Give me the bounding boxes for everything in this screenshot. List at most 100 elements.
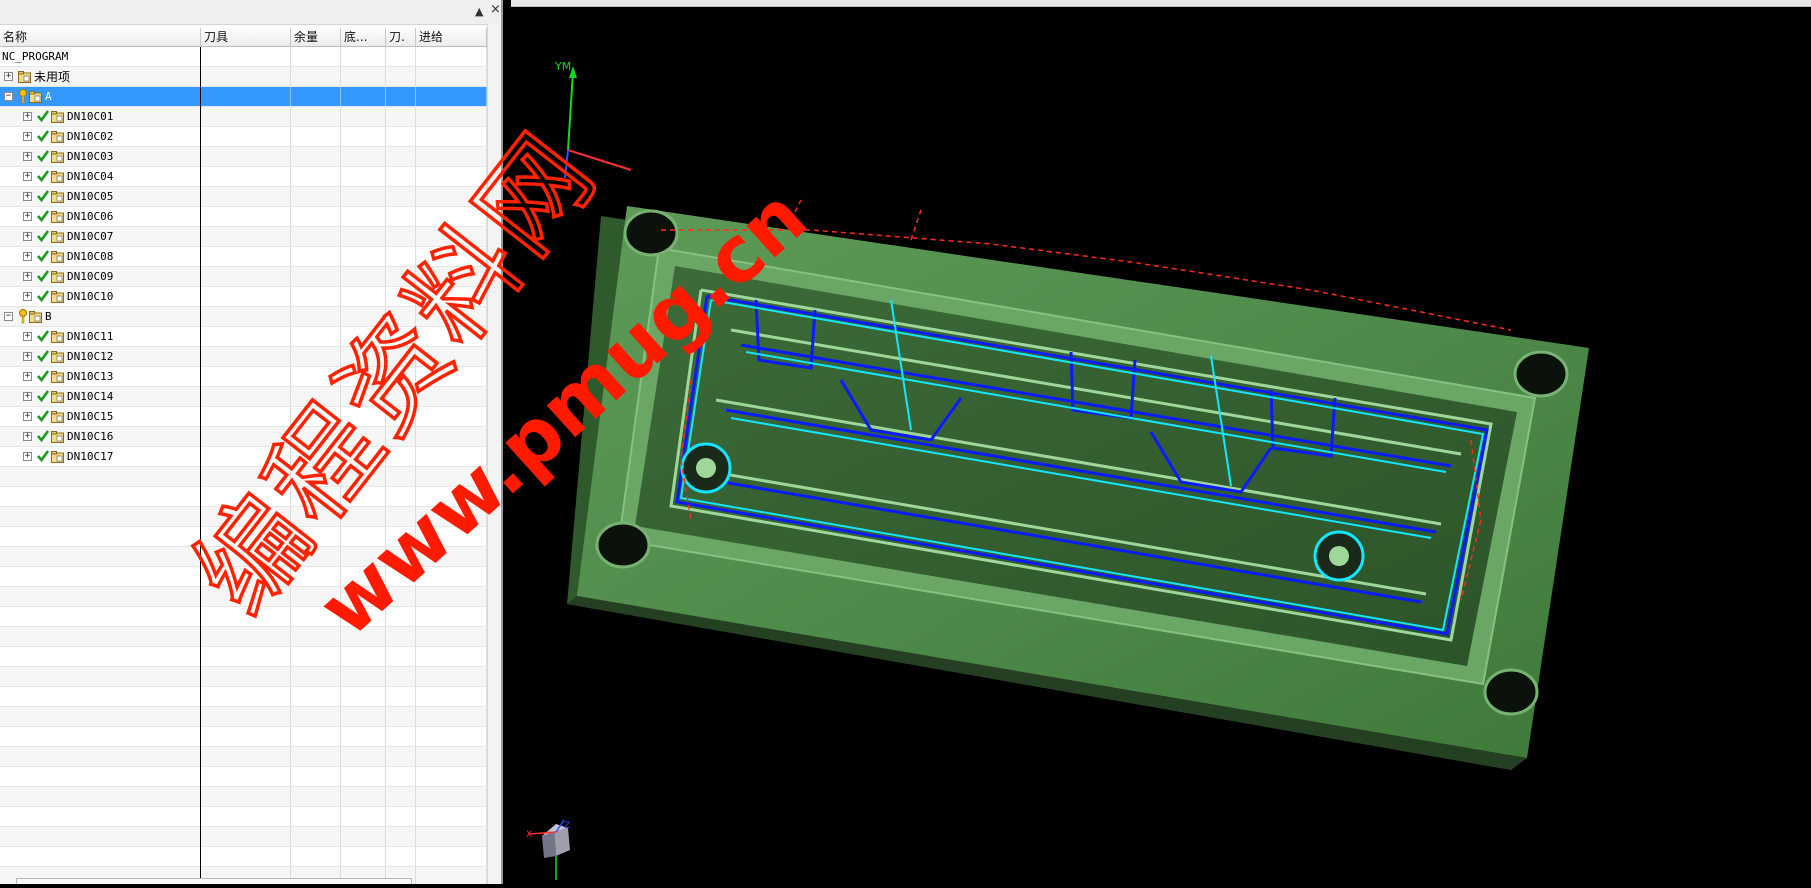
col-floor[interactable]: 底... bbox=[341, 28, 386, 46]
expand-icon[interactable]: + bbox=[23, 412, 32, 421]
collapse-icon[interactable]: − bbox=[4, 312, 13, 321]
col-feed[interactable]: 进给 bbox=[416, 28, 487, 46]
operation-row[interactable]: +DN10C1700 bbox=[0, 447, 501, 467]
expand-icon[interactable]: + bbox=[23, 292, 32, 301]
empty-row bbox=[0, 467, 501, 487]
expand-icon[interactable]: + bbox=[23, 452, 32, 461]
expand-icon[interactable]: + bbox=[23, 272, 32, 281]
program-folder-icon bbox=[51, 111, 64, 123]
program-folder-icon bbox=[51, 431, 64, 443]
empty-row bbox=[0, 607, 501, 627]
operation-row[interactable]: +DN10C0400 bbox=[0, 167, 501, 187]
cell-divider bbox=[0, 467, 487, 486]
expand-icon[interactable]: + bbox=[23, 252, 32, 261]
operation-row[interactable]: +DN10C0200 bbox=[0, 127, 501, 147]
expand-icon[interactable]: + bbox=[23, 112, 32, 121]
col-tool-num[interactable]: 刀. bbox=[386, 28, 416, 46]
empty-row bbox=[0, 747, 501, 767]
operation-row[interactable]: +DN10C0600 bbox=[0, 207, 501, 227]
program-group-row[interactable]: −A00 bbox=[0, 87, 501, 107]
operation-row[interactable]: +DN10C0100 bbox=[0, 107, 501, 127]
row-label: DN10C07 bbox=[67, 230, 114, 243]
row-label: DN10C13 bbox=[67, 370, 114, 383]
mold-model-view[interactable]: YM bbox=[475, 0, 1811, 884]
empty-row bbox=[0, 687, 501, 707]
row-label: DN10C12 bbox=[67, 350, 114, 363]
column-divider bbox=[200, 47, 201, 880]
expand-icon[interactable]: + bbox=[23, 212, 32, 221]
check-icon bbox=[37, 270, 49, 282]
empty-row bbox=[0, 647, 501, 667]
operation-row[interactable]: +DN10C0900 bbox=[0, 267, 501, 287]
check-icon bbox=[37, 230, 49, 242]
row-label: DN10C01 bbox=[67, 110, 114, 123]
row-label: DN10C03 bbox=[67, 150, 114, 163]
vertical-scrollbar[interactable] bbox=[487, 24, 501, 884]
col-stock[interactable]: 余量 bbox=[291, 28, 341, 46]
row-label: DN10C04 bbox=[67, 170, 114, 183]
operation-row[interactable]: +DN10C0800 bbox=[0, 247, 501, 267]
cell-divider bbox=[0, 67, 487, 86]
empty-row bbox=[0, 627, 501, 647]
work-coordinate-axis: YM bbox=[554, 60, 632, 179]
expand-icon[interactable]: + bbox=[23, 372, 32, 381]
expand-icon[interactable]: + bbox=[23, 172, 32, 181]
expand-icon[interactable]: + bbox=[23, 132, 32, 141]
row-label: DN10C02 bbox=[67, 130, 114, 143]
row-label: 未用项 bbox=[34, 70, 71, 84]
expand-icon[interactable]: + bbox=[23, 332, 32, 341]
expand-icon[interactable]: + bbox=[23, 352, 32, 361]
row-label: DN10C14 bbox=[67, 390, 114, 403]
operation-row[interactable]: +DN10C1200 bbox=[0, 347, 501, 367]
cell-divider bbox=[0, 707, 487, 726]
expand-icon[interactable]: + bbox=[23, 152, 32, 161]
operation-row[interactable]: +DN10C1500 bbox=[0, 407, 501, 427]
program-folder-icon bbox=[51, 351, 64, 363]
program-folder-icon bbox=[51, 171, 64, 183]
operation-row[interactable]: +DN10C1400 bbox=[0, 387, 501, 407]
expand-icon[interactable]: + bbox=[23, 392, 32, 401]
view-triad-overlay[interactable]: X Z bbox=[520, 818, 580, 884]
check-icon bbox=[37, 130, 49, 142]
triad-z-label: Z bbox=[564, 821, 570, 831]
operation-row[interactable]: +DN10C1300 bbox=[0, 367, 501, 387]
program-folder-icon bbox=[51, 131, 64, 143]
program-folder-icon bbox=[18, 71, 31, 83]
operation-row[interactable]: +DN10C1100 bbox=[0, 327, 501, 347]
scroll-up-icon[interactable]: ▲ bbox=[475, 6, 483, 18]
empty-row bbox=[0, 847, 501, 867]
row-label: NC_PROGRAM bbox=[2, 50, 69, 63]
program-folder-icon bbox=[51, 271, 64, 283]
empty-row bbox=[0, 767, 501, 787]
graphics-viewport[interactable]: YM bbox=[475, 0, 1811, 884]
col-name[interactable]: 名称 bbox=[0, 28, 201, 46]
program-group-row[interactable]: −B00 bbox=[0, 307, 501, 327]
operation-row[interactable]: +DN10C0500 bbox=[0, 187, 501, 207]
triad-x-label: X bbox=[526, 830, 532, 840]
horizontal-scrollbar[interactable] bbox=[16, 878, 412, 884]
expand-icon[interactable]: + bbox=[4, 72, 13, 81]
col-tool[interactable]: 刀具 bbox=[201, 28, 291, 46]
program-folder-icon bbox=[29, 91, 42, 103]
operation-row[interactable]: +DN10C1000 bbox=[0, 287, 501, 307]
operation-row[interactable]: +DN10C0300 bbox=[0, 147, 501, 167]
row-label: DN10C11 bbox=[67, 330, 114, 343]
operation-row[interactable]: +DN10C1600 bbox=[0, 427, 501, 447]
close-icon[interactable]: × bbox=[490, 3, 501, 16]
check-icon bbox=[37, 390, 49, 402]
expand-icon[interactable]: + bbox=[23, 432, 32, 441]
unused-items-row[interactable]: +未用项00 bbox=[0, 67, 501, 87]
cell-divider bbox=[0, 827, 487, 846]
cell-divider bbox=[0, 807, 487, 826]
expand-icon[interactable]: + bbox=[23, 192, 32, 201]
program-folder-icon bbox=[51, 151, 64, 163]
operation-row[interactable]: +DN10C0700 bbox=[0, 227, 501, 247]
expand-icon[interactable]: + bbox=[23, 232, 32, 241]
collapse-icon[interactable]: − bbox=[4, 92, 13, 101]
cell-divider bbox=[0, 307, 487, 326]
program-root-row[interactable]: NC_PROGRAM00 bbox=[0, 47, 501, 67]
cell-divider bbox=[0, 687, 487, 706]
empty-row bbox=[0, 527, 501, 547]
program-folder-icon bbox=[51, 451, 64, 463]
row-label: A bbox=[45, 90, 52, 103]
